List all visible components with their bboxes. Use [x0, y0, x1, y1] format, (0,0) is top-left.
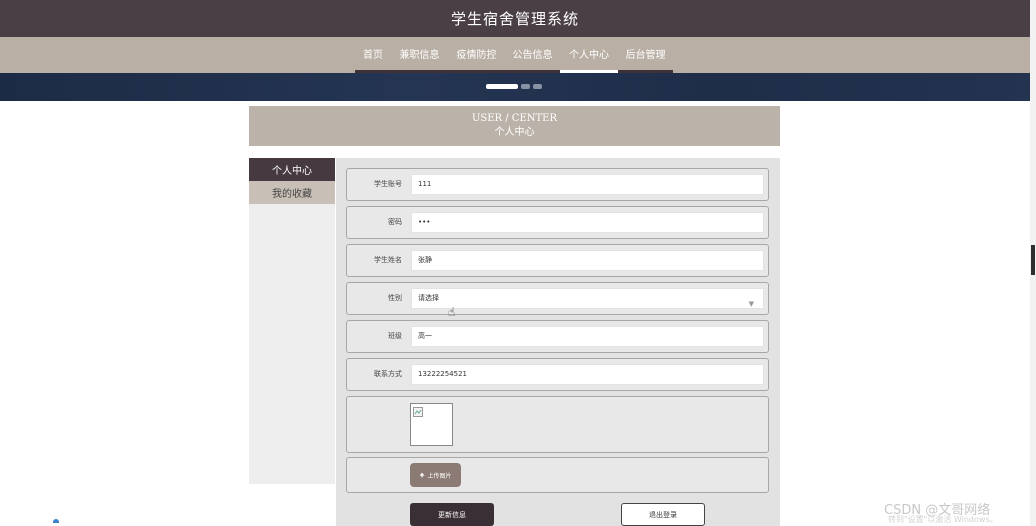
page-title-en: USER / CENTER	[471, 113, 558, 124]
banner-carousel	[0, 73, 1030, 101]
name-label: 学生姓名	[374, 256, 402, 264]
page-title-cn: 个人中心	[494, 127, 535, 138]
phone-label: 联系方式	[374, 370, 402, 378]
form-row-password: 密码 •••	[346, 206, 769, 239]
upload-image-button[interactable]: 上传图片	[410, 463, 461, 487]
sidebar: 个人中心 我的收藏	[249, 158, 335, 484]
form-row-class: 班级 高一	[346, 320, 769, 353]
password-label: 密码	[388, 218, 402, 226]
form-row-gender: 性别 请选择 ▼	[346, 282, 769, 315]
carousel-dot-1[interactable]	[486, 84, 518, 89]
app-header: 学生宿舍管理系统	[0, 0, 1030, 37]
chevron-down-icon: ▼	[748, 300, 754, 308]
class-label: 班级	[388, 332, 402, 340]
password-input[interactable]: •••	[411, 212, 764, 233]
form-row-avatar	[346, 396, 769, 453]
nav-admin[interactable]: 后台管理	[618, 37, 673, 73]
nav-personal-center[interactable]: 个人中心	[560, 37, 618, 73]
class-input[interactable]: 高一	[411, 326, 764, 347]
app-title: 学生宿舍管理系统	[450, 10, 579, 28]
carousel-dot-2[interactable]	[521, 84, 530, 89]
gender-label: 性别	[388, 294, 402, 302]
profile-form: 学生账号 111 密码 ••• 学生姓名 张静 性别 请选择 ▼ 班级 高一 联…	[336, 158, 780, 526]
form-row-name: 学生姓名 张静	[346, 244, 769, 277]
account-label: 学生账号	[374, 180, 402, 188]
form-row-account: 学生账号 111	[346, 168, 769, 201]
broken-image-icon	[413, 407, 423, 417]
nav-parttime[interactable]: 兼职信息	[391, 37, 448, 73]
upload-button-label: 上传图片	[427, 472, 452, 480]
name-input[interactable]: 张静	[411, 250, 764, 271]
page-title-panel: USER / CENTER 个人中心	[249, 106, 780, 146]
nav-announcements[interactable]: 公告信息	[505, 37, 560, 73]
windows-activation-text: 转到"设置"以激活 Windows。	[888, 515, 998, 524]
account-input[interactable]: 111	[411, 174, 764, 195]
taskbar-indicator	[53, 519, 59, 523]
phone-input[interactable]: 13222254521	[411, 364, 764, 385]
scrollbar-thumb[interactable]	[1031, 245, 1035, 275]
top-navigation: 首页 兼职信息 疫情防控 公告信息 个人中心 后台管理	[0, 37, 1030, 73]
gender-select[interactable]: 请选择 ▼	[411, 288, 764, 309]
avatar-image-placeholder	[410, 403, 453, 446]
sidebar-item-personal-center[interactable]: 个人中心	[249, 158, 335, 181]
carousel-dot-3[interactable]	[533, 84, 542, 89]
update-info-button[interactable]: 更新信息	[410, 503, 494, 526]
gender-select-value: 请选择	[418, 294, 439, 302]
logout-button[interactable]: 退出登录	[621, 503, 705, 526]
form-row-phone: 联系方式 13222254521	[346, 358, 769, 391]
nav-home[interactable]: 首页	[355, 37, 391, 73]
hand-pointer-icon: ☝	[448, 305, 456, 319]
upload-icon	[420, 472, 425, 478]
sidebar-item-favorites[interactable]: 我的收藏	[249, 181, 335, 204]
nav-epidemic[interactable]: 疫情防控	[448, 37, 505, 73]
form-row-upload: 上传图片	[346, 457, 769, 493]
